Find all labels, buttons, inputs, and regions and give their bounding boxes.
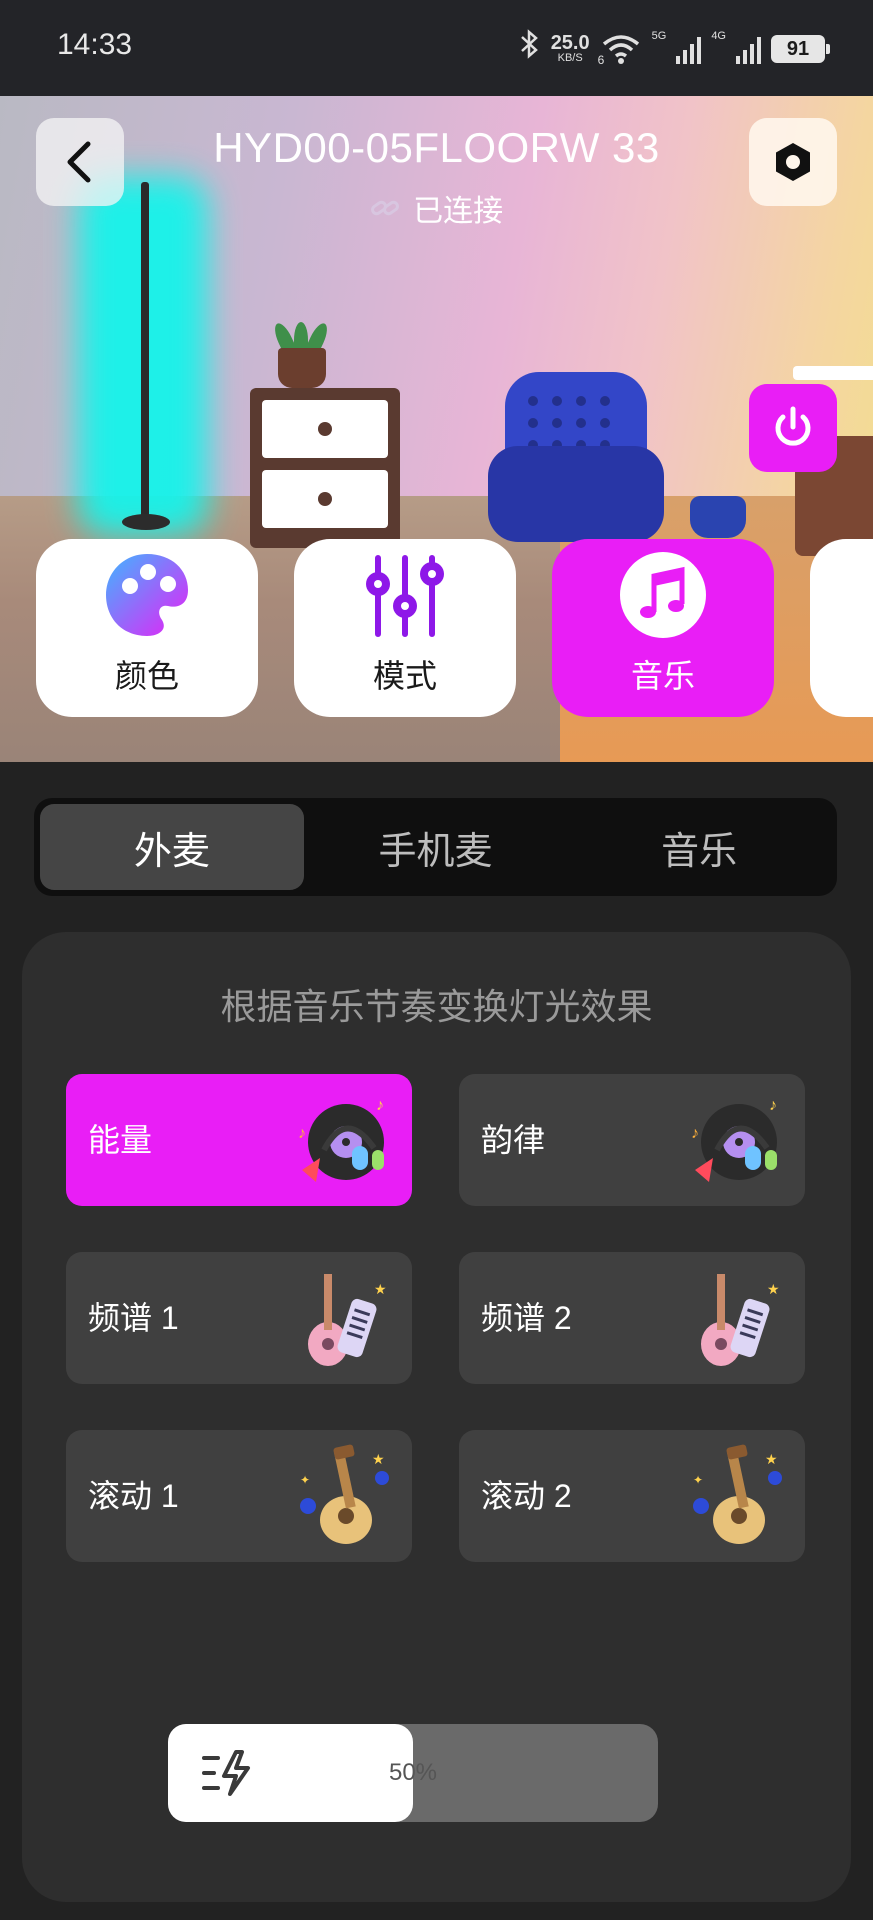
settings-button[interactable] [749,118,837,206]
effect-label: 滚动 1 [88,1478,179,1514]
svg-text:♪: ♪ [769,1097,777,1114]
svg-text:♪: ♪ [298,1125,306,1142]
svg-text:★: ★ [767,1281,780,1297]
power-button[interactable] [749,384,837,472]
vinyl-headphones-icon: ♪♪ [298,1097,384,1182]
effect-label: 能量 [88,1122,153,1158]
svg-text:★: ★ [374,1281,387,1297]
wall-shelf [793,366,873,380]
palette-icon [99,547,195,643]
effect-scroll-2[interactable]: 滚动 2 ★ ✦ [459,1430,805,1562]
tab-external-mic[interactable]: 外麦 [40,804,304,890]
tab-music[interactable]: 音乐 [567,804,831,890]
floor-lamp [141,182,149,522]
device-name: HYD00-05FLOORW 33 [213,124,660,171]
effect-label: 滚动 2 [481,1478,572,1514]
net2-label: 4G [711,30,726,42]
svg-text:✦: ✦ [693,1473,703,1487]
source-tabs: 外麦 手机麦 音乐 [34,798,837,896]
status-icons: 25.0 KB/S 6 5G 4G 91 [519,28,830,69]
slider-value: 50% [388,1759,438,1786]
mode-card-mode[interactable]: 模式 [294,539,516,717]
dresser [250,388,400,548]
status-bar: 14:33 25.0 KB/S 6 5G 4G 91 [0,0,873,96]
lamp-base [122,514,170,530]
sliders-icon [357,547,453,643]
signal-5g-icon [676,34,702,64]
armchair-buttons [528,396,612,450]
svg-text:♪: ♪ [691,1125,699,1142]
ukulele-keyboard-icon: ★ [308,1274,387,1366]
mode-card-music[interactable]: 音乐 [552,539,774,717]
svg-text:★: ★ [372,1451,385,1467]
tab-phone-mic[interactable]: 手机麦 [304,804,568,890]
svg-text:♪: ♪ [376,1097,384,1114]
effect-spectrum-1[interactable]: 频谱 1 ★ [66,1252,412,1384]
panel-subtitle: 根据音乐节奏变换灯光效果 [220,986,653,1027]
bluetooth-icon [519,28,541,69]
effect-label: 频谱 2 [481,1300,572,1336]
guitar-icon: ★✦ [693,1444,782,1544]
vinyl-headphones-icon: ♪♪ [691,1097,777,1182]
mode-card-partial[interactable] [810,539,873,717]
mode-label-music: 音乐 [630,658,695,694]
effect-label: 韵律 [481,1122,546,1158]
sensitivity-slider[interactable]: 50% [168,1724,658,1822]
mode-label-mode: 模式 [372,658,437,694]
net1-label: 5G [651,30,667,42]
plant-pot [278,348,326,388]
mode-label-color: 颜色 [114,658,179,694]
effect-spectrum-2[interactable]: 频谱 2 ★ [459,1252,805,1384]
connection-status: 已连接 [0,186,873,230]
ukulele-keyboard-icon: ★ [701,1274,780,1366]
link-icon [370,197,407,227]
mode-card-color[interactable]: 颜色 [36,539,258,717]
effect-label: 频谱 1 [88,1300,179,1336]
connection-status-text: 已连接 [413,195,504,228]
effect-energy[interactable]: 能量 ♪ ♪ [66,1074,412,1206]
kettle [690,496,746,538]
svg-text:★: ★ [765,1451,778,1467]
battery-icon: 91 [771,34,830,63]
network-speed: 25.0 KB/S [550,32,590,64]
effect-scroll-1[interactable]: 滚动 1 ★ ✦ [66,1430,412,1562]
wifi-icon: 6 [598,33,642,67]
room-scene: HYD00-05FLOORW 33 已连接 颜色 模式 音乐 [0,96,873,762]
armchair-seat [488,446,664,542]
effect-rhythm[interactable]: 韵律 ♪ ♪ [459,1074,805,1206]
guitar-icon: ★✦ [300,1444,389,1544]
power-icon [775,406,811,446]
music-note-icon [615,547,711,643]
status-time: 14:33 [57,28,133,61]
hexagon-settings-icon [776,143,810,181]
signal-4g-icon [736,34,761,64]
svg-text:✦: ✦ [300,1473,310,1487]
